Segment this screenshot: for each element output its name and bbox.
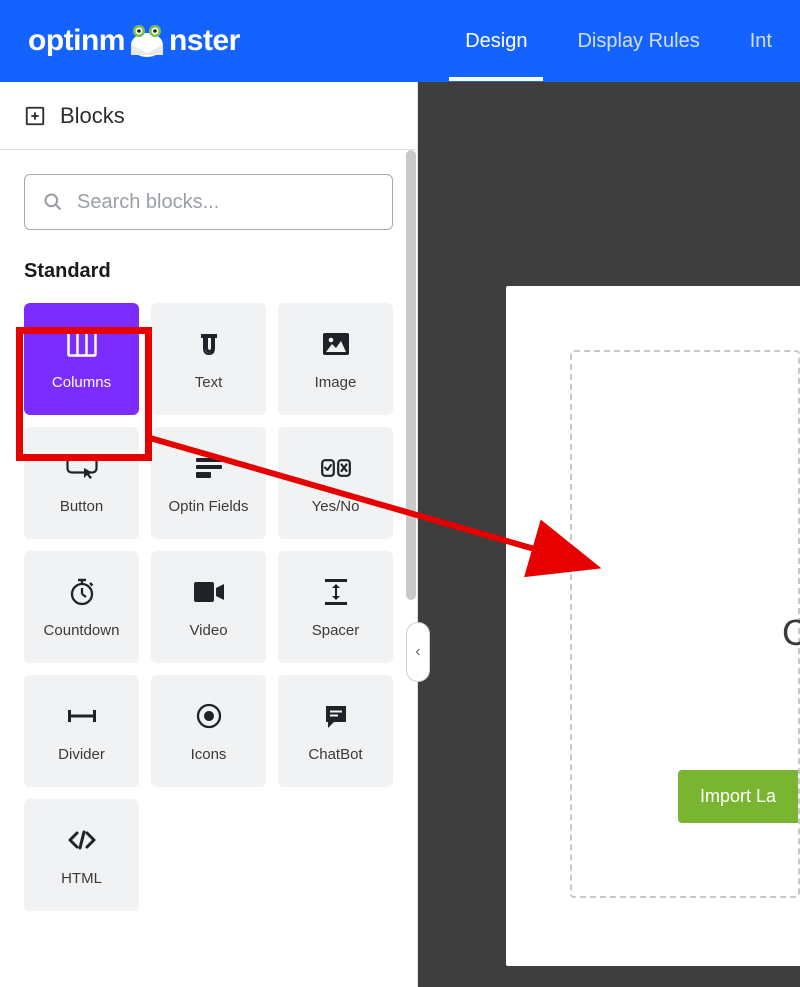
section-title-standard: Standard [24, 260, 393, 283]
sidebar-title: Blocks [60, 103, 125, 129]
block-label: Icons [191, 746, 227, 763]
design-canvas: C Import La [418, 82, 800, 987]
chevron-left-icon: ‹ [415, 643, 420, 661]
optin-fields-icon [196, 452, 222, 484]
search-box[interactable] [24, 174, 393, 230]
block-label: Video [189, 622, 227, 639]
block-label: Spacer [312, 622, 360, 639]
sidebar-scroll: Standard Columns [0, 150, 417, 987]
countdown-icon [69, 576, 95, 608]
tab-integrations[interactable]: Int [750, 2, 772, 81]
block-chatbot[interactable]: ChatBot [278, 675, 393, 787]
button-icon [66, 452, 98, 484]
block-label: Divider [58, 746, 105, 763]
block-label: Button [60, 498, 103, 515]
block-icons[interactable]: Icons [151, 675, 266, 787]
add-block-icon [24, 105, 46, 127]
blocks-grid: Columns Text [24, 303, 393, 911]
body-area: Blocks Standard [0, 82, 800, 987]
tab-display-rules[interactable]: Display Rules [577, 2, 699, 81]
block-label: ChatBot [308, 746, 362, 763]
block-label: Optin Fields [168, 498, 248, 515]
text-icon [199, 328, 219, 360]
columns-icon [67, 328, 97, 360]
block-button[interactable]: Button [24, 427, 139, 539]
app-header: optinm nster Design Display Rules Int [0, 0, 800, 82]
search-input[interactable] [77, 191, 374, 214]
canvas-card: C Import La [506, 286, 800, 966]
brand-logo: optinm nster [28, 23, 240, 59]
block-countdown[interactable]: Countdown [24, 551, 139, 663]
top-nav: Design Display Rules Int [465, 2, 772, 81]
import-layout-button[interactable]: Import La [678, 770, 798, 823]
block-optin-fields[interactable]: Optin Fields [151, 427, 266, 539]
sidebar-scrollbar[interactable] [405, 150, 417, 987]
html-icon [67, 824, 97, 856]
blocks-sidebar: Blocks Standard [0, 82, 418, 987]
block-image[interactable]: Image [278, 303, 393, 415]
block-divider[interactable]: Divider [24, 675, 139, 787]
collapse-sidebar-handle[interactable]: ‹ [406, 622, 430, 682]
scrollbar-thumb[interactable] [406, 150, 416, 600]
monster-mascot-icon [127, 23, 167, 59]
block-label: HTML [61, 870, 102, 887]
block-label: Text [195, 374, 223, 391]
sidebar-header: Blocks [0, 82, 417, 150]
block-columns[interactable]: Columns [24, 303, 139, 415]
icons-icon [196, 700, 222, 732]
search-icon [43, 192, 63, 212]
drop-zone[interactable]: C Import La [570, 350, 800, 898]
block-video[interactable]: Video [151, 551, 266, 663]
block-label: Image [315, 374, 357, 391]
chatbot-icon [324, 700, 348, 732]
block-yesno[interactable]: Yes/No [278, 427, 393, 539]
block-text[interactable]: Text [151, 303, 266, 415]
block-label: Columns [52, 374, 111, 391]
block-html[interactable]: HTML [24, 799, 139, 911]
spacer-icon [325, 576, 347, 608]
video-icon [194, 576, 224, 608]
drop-zone-text: C [782, 612, 800, 654]
block-spacer[interactable]: Spacer [278, 551, 393, 663]
yesno-icon [321, 452, 351, 484]
tab-design[interactable]: Design [465, 2, 527, 81]
brand-text-prefix: optinm [28, 24, 125, 58]
block-label: Yes/No [312, 498, 360, 515]
image-icon [323, 328, 349, 360]
divider-icon [68, 700, 96, 732]
block-label: Countdown [44, 622, 120, 639]
brand-text-suffix: nster [169, 24, 240, 58]
